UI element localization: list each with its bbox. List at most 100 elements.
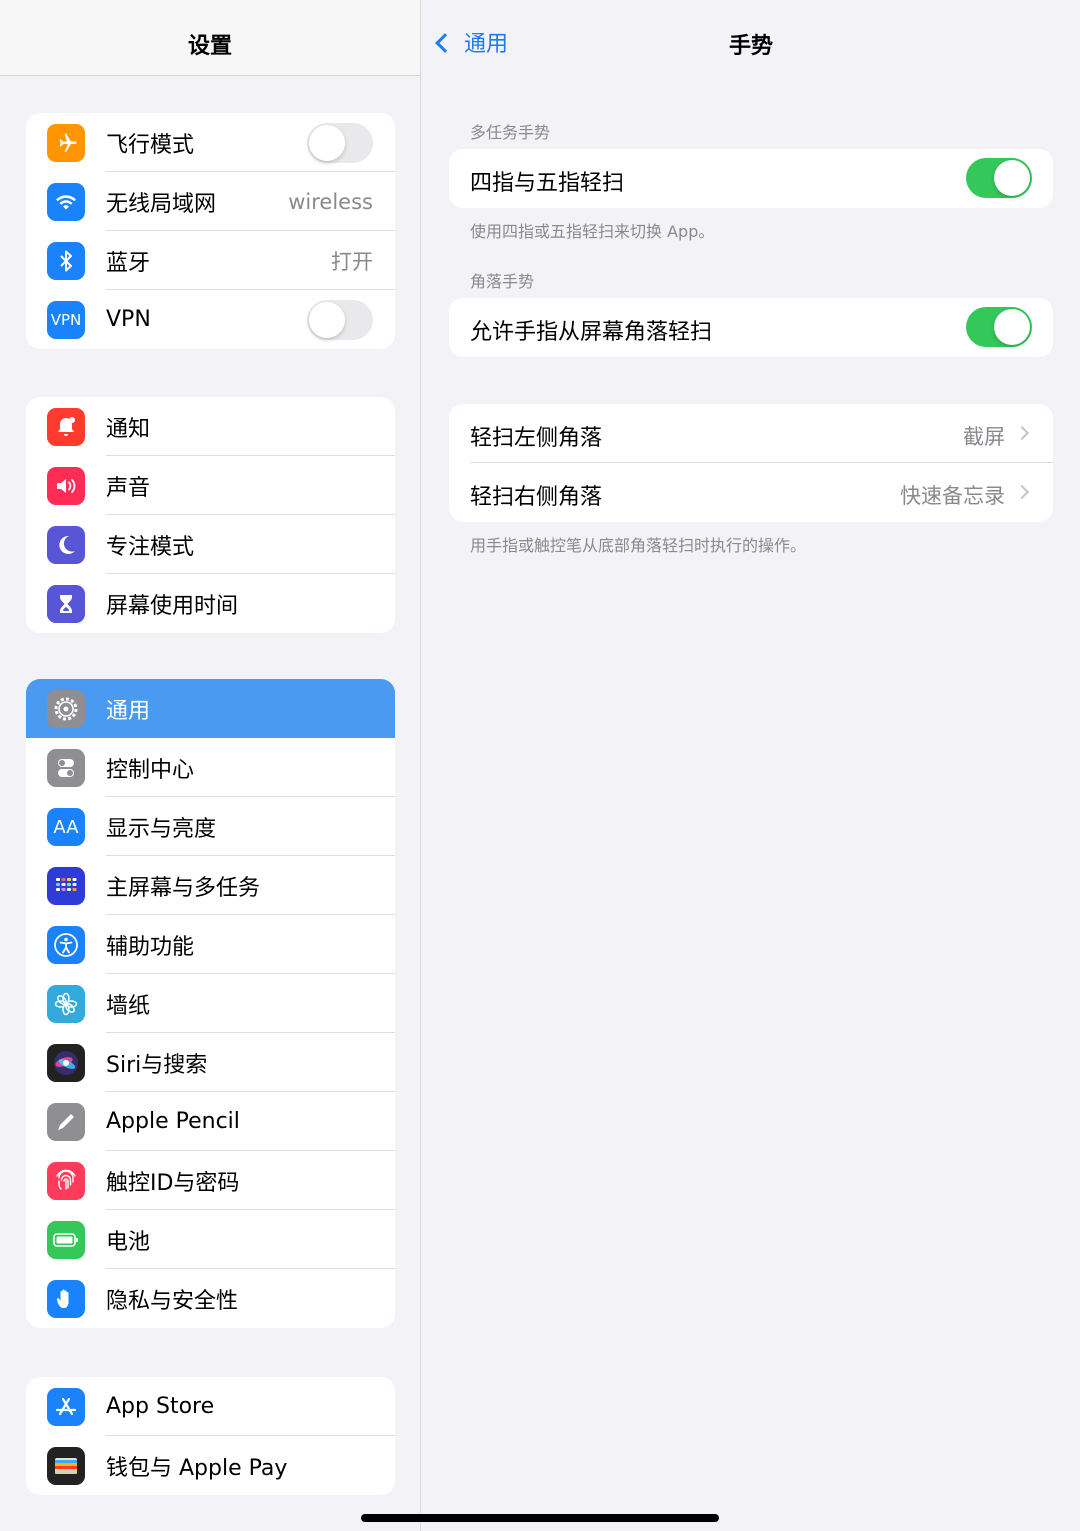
pencil-icon xyxy=(47,1103,85,1141)
bluetooth-icon xyxy=(47,242,85,280)
sidebar-item-display[interactable]: AA 显示与亮度 xyxy=(26,797,395,856)
sidebar-item-label: 通知 xyxy=(106,416,151,442)
sidebar-item-label: 电池 xyxy=(106,1229,151,1255)
sidebar-item-label: 屏幕使用时间 xyxy=(106,593,239,619)
sidebar-item-label: 钱包与 Apple Pay xyxy=(106,1455,288,1481)
wifi-network-value: wireless xyxy=(288,189,373,214)
sidebar-item-accessibility[interactable]: 辅助功能 xyxy=(26,915,395,974)
notification-bell-icon xyxy=(47,408,85,446)
sidebar-item-label: 显示与亮度 xyxy=(106,816,217,842)
sidebar-item-apple-pencil[interactable]: Apple Pencil xyxy=(26,1092,395,1151)
four-five-finger-swipe-row: 四指与五指轻扫 xyxy=(449,149,1053,208)
four-five-finger-swipe-switch[interactable] xyxy=(966,158,1032,198)
sidebar-item-label: 主屏幕与多任务 xyxy=(106,875,261,901)
hand-icon xyxy=(47,1280,85,1318)
sidebar-item-app-store[interactable]: App Store xyxy=(26,1377,395,1436)
wifi-icon xyxy=(47,183,85,221)
section-header-corner: 角落手势 xyxy=(470,272,535,291)
sidebar-item-label: 声音 xyxy=(106,475,151,501)
display-aa-icon: AA xyxy=(47,808,85,846)
sidebar-item-label: 蓝牙 xyxy=(106,250,151,276)
sidebar-item-home-screen[interactable]: 主屏幕与多任务 xyxy=(26,856,395,915)
sidebar-header: 设置 xyxy=(0,0,420,76)
store-group: App Store 钱包与 Apple Pay xyxy=(26,1377,395,1495)
sidebar-item-label: 辅助功能 xyxy=(106,934,195,960)
switch-knob xyxy=(309,125,345,161)
home-indicator[interactable] xyxy=(361,1514,719,1522)
sidebar-item-screen-time[interactable]: 屏幕使用时间 xyxy=(26,574,395,633)
sidebar-item-siri[interactable]: Siri与搜索 xyxy=(26,1033,395,1092)
sidebar-item-vpn[interactable]: VPN VPN xyxy=(26,290,395,349)
detail-nav-bar: 通用 手势 xyxy=(422,0,1080,76)
row-label: 轻扫左侧角落 xyxy=(470,426,603,451)
sidebar-item-privacy[interactable]: 隐私与安全性 xyxy=(26,1269,395,1328)
sidebar-item-label: 触控ID与密码 xyxy=(106,1170,240,1196)
sidebar-item-label: Siri与搜索 xyxy=(106,1052,208,1078)
section-footer-corner-actions: 用手指或触控笔从底部角落轻扫时执行的操作。 xyxy=(470,536,807,555)
hourglass-icon xyxy=(47,585,85,623)
connectivity-group: 飞行模式 无线局域网 wireless 蓝牙 打开 VPN VPN xyxy=(26,113,395,349)
general-group: 通用 控制中心 AA 显示与亮度 主屏幕与多任务 辅助功能 墙纸 Siri与搜索… xyxy=(26,679,395,1328)
sidebar-item-touch-id[interactable]: 触控ID与密码 xyxy=(26,1151,395,1210)
sidebar-item-battery[interactable]: 电池 xyxy=(26,1210,395,1269)
row-label: 四指与五指轻扫 xyxy=(470,171,625,196)
sidebar-item-label: 隐私与安全性 xyxy=(106,1288,239,1314)
switch-knob xyxy=(309,302,345,338)
sidebar-item-label: 墙纸 xyxy=(106,993,151,1019)
gestures-detail-pane: 通用 手势 多任务手势 四指与五指轻扫 使用四指或五指轻扫来切换 App。 角落… xyxy=(422,0,1080,1531)
row-label: 轻扫右侧角落 xyxy=(470,485,603,510)
sidebar-item-airplane-mode[interactable]: 飞行模式 xyxy=(26,113,395,172)
section-header-multitasking: 多任务手势 xyxy=(470,123,551,142)
settings-sidebar: 设置 飞行模式 无线局域网 wireless 蓝牙 打开 VPN VPN 通知 … xyxy=(0,0,421,1531)
right-corner-swipe-row[interactable]: 轻扫右侧角落 快速备忘录 xyxy=(449,463,1053,522)
row-label: 允许手指从屏幕角落轻扫 xyxy=(470,320,713,345)
accessibility-icon xyxy=(47,926,85,964)
sidebar-item-bluetooth[interactable]: 蓝牙 打开 xyxy=(26,231,395,290)
multitasking-gestures-group: 四指与五指轻扫 xyxy=(449,149,1053,208)
sidebar-item-label: 控制中心 xyxy=(106,757,195,783)
right-corner-action-value: 快速备忘录 xyxy=(900,484,1005,508)
sidebar-item-label: 专注模式 xyxy=(106,534,195,560)
sidebar-title: 设置 xyxy=(187,34,232,59)
switch-knob xyxy=(994,160,1030,196)
sidebar-item-wifi[interactable]: 无线局域网 wireless xyxy=(26,172,395,231)
control-center-icon xyxy=(47,749,85,787)
corner-gestures-group: 允许手指从屏幕角落轻扫 xyxy=(449,298,1053,357)
notifications-group: 通知 声音 专注模式 屏幕使用时间 xyxy=(26,397,395,633)
sidebar-item-label: VPN xyxy=(106,307,151,332)
vpn-switch[interactable] xyxy=(307,300,373,340)
sidebar-item-focus[interactable]: 专注模式 xyxy=(26,515,395,574)
corner-actions-group: 轻扫左侧角落 截屏 轻扫右侧角落 快速备忘录 xyxy=(449,404,1053,522)
left-corner-action-value: 截屏 xyxy=(963,425,1005,449)
wallet-icon xyxy=(47,1447,85,1485)
sidebar-item-label: Apple Pencil xyxy=(106,1109,240,1134)
section-footer-multitasking: 使用四指或五指轻扫来切换 App。 xyxy=(470,222,715,241)
fingerprint-icon xyxy=(47,1162,85,1200)
moon-icon xyxy=(47,526,85,564)
vpn-icon: VPN xyxy=(47,301,85,339)
sidebar-item-label: 飞行模式 xyxy=(106,132,195,158)
sidebar-item-label: 无线局域网 xyxy=(106,191,217,217)
corner-swipe-switch[interactable] xyxy=(966,307,1032,347)
wallpaper-flower-icon xyxy=(47,985,85,1023)
sidebar-item-wallet[interactable]: 钱包与 Apple Pay xyxy=(26,1436,395,1495)
corner-swipe-row: 允许手指从屏幕角落轻扫 xyxy=(449,298,1053,357)
sidebar-item-label: 通用 xyxy=(106,698,151,724)
chevron-right-icon xyxy=(1014,484,1030,500)
sidebar-item-label: App Store xyxy=(106,1394,215,1419)
speaker-icon xyxy=(47,467,85,505)
page-title: 手势 xyxy=(728,34,773,59)
chevron-right-icon xyxy=(1014,425,1030,441)
app-store-icon xyxy=(47,1388,85,1426)
sidebar-item-wallpaper[interactable]: 墙纸 xyxy=(26,974,395,1033)
sidebar-item-notifications[interactable]: 通知 xyxy=(26,397,395,456)
sidebar-item-general[interactable]: 通用 xyxy=(26,679,395,738)
sidebar-item-control-center[interactable]: 控制中心 xyxy=(26,738,395,797)
airplane-mode-switch[interactable] xyxy=(307,123,373,163)
switch-knob xyxy=(994,309,1030,345)
sidebar-item-sounds[interactable]: 声音 xyxy=(26,456,395,515)
airplane-icon xyxy=(47,124,85,162)
siri-icon xyxy=(47,1044,85,1082)
left-corner-swipe-row[interactable]: 轻扫左侧角落 截屏 xyxy=(449,404,1053,463)
gear-icon xyxy=(47,690,85,728)
